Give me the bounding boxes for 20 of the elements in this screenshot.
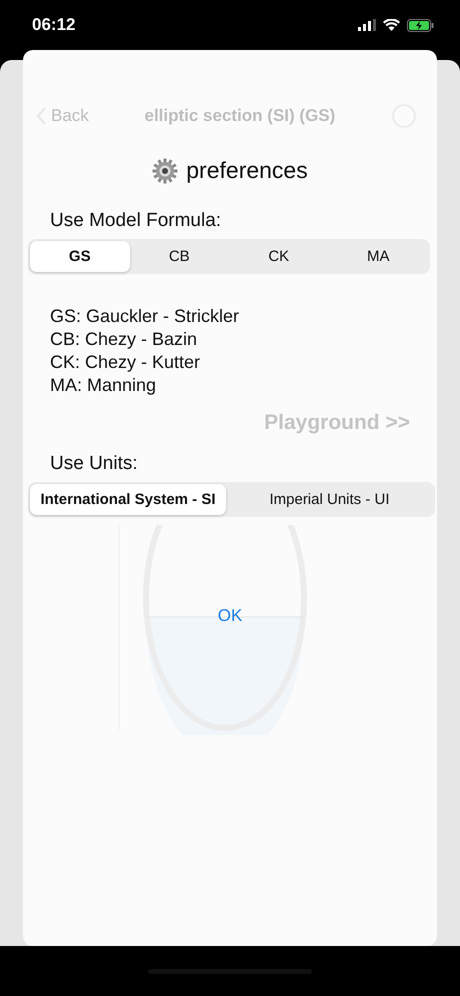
- units-segment[interactable]: International System - SI: [30, 484, 226, 515]
- units-label: Use Units:: [50, 453, 139, 475]
- formula-description: CB: Chezy - Bazin: [50, 328, 198, 351]
- ok-button[interactable]: OK: [199, 601, 261, 631]
- formula-segment[interactable]: CB: [130, 241, 229, 272]
- formula-description: CK: Chezy - Kutter: [50, 351, 202, 374]
- formula-label: Use Model Formula:: [50, 210, 222, 232]
- screen-title: elliptic section (SI) (GS): [143, 106, 336, 126]
- formula-segment[interactable]: GS: [30, 241, 130, 272]
- gear-icon: [152, 158, 178, 184]
- formula-description: MA: Manning: [50, 374, 158, 397]
- signal-icon: [358, 19, 376, 31]
- dialog-title: preferences: [186, 157, 308, 184]
- formula-description: GS: Gauckler - Strickler: [50, 305, 240, 328]
- battery-icon: [407, 18, 434, 32]
- status-time: 06:12: [32, 15, 76, 35]
- formula-segment[interactable]: MA: [328, 241, 428, 272]
- units-segment[interactable]: Imperial Units - UI: [226, 484, 433, 515]
- wifi-icon: [383, 19, 400, 31]
- formula-segment[interactable]: CK: [229, 241, 328, 272]
